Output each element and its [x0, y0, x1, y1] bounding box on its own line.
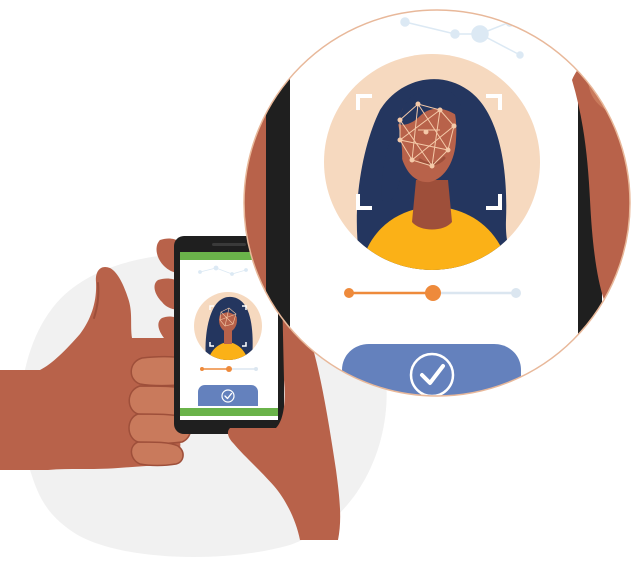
slider-handle[interactable]	[425, 285, 441, 301]
face-preview-small	[194, 292, 262, 360]
confirm-button-small[interactable]	[198, 385, 258, 406]
face-recognition-illustration	[0, 9, 631, 557]
phone-screen-footer	[180, 408, 278, 416]
face-preview-large	[324, 54, 540, 270]
